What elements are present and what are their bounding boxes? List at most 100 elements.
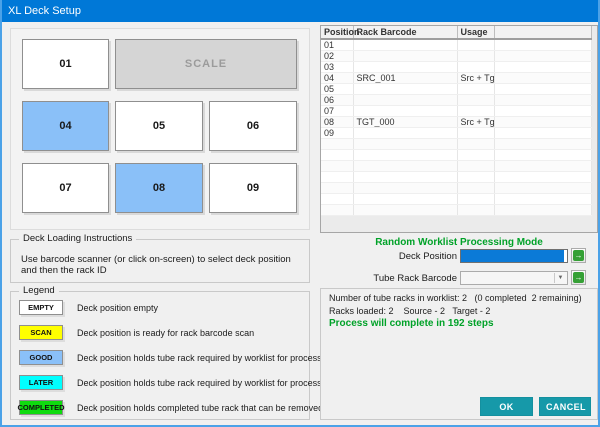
worklist-count-text: Number of tube racks in worklist: 2 (0 c… xyxy=(329,293,582,303)
deck-position-09[interactable]: 09 xyxy=(209,163,297,213)
cell-empty xyxy=(494,72,592,84)
cell-usage xyxy=(457,61,495,73)
window-title: XL Deck Setup xyxy=(8,5,81,17)
legend-item-text: Deck position is ready for rack barcode … xyxy=(77,327,255,338)
cell-empty xyxy=(494,193,592,205)
legend-chip-empty: EMPTY xyxy=(19,300,63,315)
process-steps-text: Process will complete in 192 steps xyxy=(329,318,494,329)
cancel-button[interactable]: CANCEL xyxy=(539,397,591,416)
racks-loaded-text: Racks loaded: 2 Source - 2 Target - 2 xyxy=(329,306,491,316)
cell-position xyxy=(321,149,354,161)
cell-empty xyxy=(494,182,592,194)
table-row xyxy=(321,149,592,161)
legend-item: COMPLETED Deck position holds completed t… xyxy=(17,400,323,415)
column-header: Rack Barcode xyxy=(353,26,458,40)
legend-chip-scan: SCAN xyxy=(19,325,63,340)
cell-barcode xyxy=(353,105,458,117)
rack-table: Position Rack Barcode Usage 01 02 03 04 SRC_00… xyxy=(321,26,592,216)
cell-usage xyxy=(457,182,495,194)
cell-usage xyxy=(457,160,495,172)
legend-chip-completed: COMPLETED xyxy=(17,400,65,415)
deck-position-label: 09 xyxy=(246,182,260,194)
cell-barcode xyxy=(353,83,458,95)
processing-mode-title: Random Worklist Processing Mode xyxy=(375,237,543,248)
cell-usage xyxy=(457,50,495,62)
cell-position xyxy=(321,204,354,216)
deck-position-label: 05 xyxy=(152,120,166,132)
deck-position-01[interactable]: 01 xyxy=(22,39,109,89)
cell-empty xyxy=(494,171,592,183)
cell-usage xyxy=(457,127,495,139)
legend-groupbox: Legend EMPTY Deck position empty SCAN Deck … xyxy=(10,285,391,420)
deck-position-07[interactable]: 07 xyxy=(22,163,109,213)
cell-usage: Src + Tgt xyxy=(457,72,495,84)
deck-position-label: SCALE xyxy=(184,58,228,70)
deck-grid: 01 SCALE 04 05 06 07 08 09 xyxy=(22,39,297,213)
legend-item: SCAN Deck position is ready for rack barc… xyxy=(19,325,309,340)
cell-position: 07 xyxy=(321,105,354,117)
cell-usage xyxy=(457,94,495,106)
column-header: Usage xyxy=(457,26,495,40)
cell-barcode: SRC_001 xyxy=(353,72,458,84)
legend-chip-later: LATER xyxy=(19,375,63,390)
table-row: 05 xyxy=(321,83,592,95)
cell-position xyxy=(321,138,354,150)
deck-position-04[interactable]: 04 xyxy=(22,101,109,151)
legend-item: LATER Deck position holds tube rack requi… xyxy=(19,375,391,390)
deck-position-08[interactable]: 08 xyxy=(115,163,203,213)
table-row xyxy=(321,182,592,194)
legend-list: EMPTY Deck position empty SCAN Deck positio… xyxy=(11,300,391,415)
instructions-groupbox: Deck Loading Instructions Use barcode sc… xyxy=(10,233,310,283)
table-row: 06 xyxy=(321,94,592,106)
deck-position-label: 07 xyxy=(59,182,72,194)
table-row xyxy=(321,193,592,205)
table-row xyxy=(321,171,592,183)
cell-barcode xyxy=(353,61,458,73)
legend-chip-label: GOOD xyxy=(29,353,53,362)
cell-position xyxy=(321,160,354,172)
cell-barcode xyxy=(353,204,458,216)
tube-rack-barcode-combo[interactable]: ▼ xyxy=(460,271,568,285)
cell-position: 03 xyxy=(321,61,354,73)
cell-barcode xyxy=(353,39,458,51)
deck-panel: 01 SCALE 04 05 06 07 08 09 xyxy=(10,28,310,230)
green-arrow-icon: → xyxy=(573,272,584,283)
deck-position-input[interactable] xyxy=(460,249,568,263)
column-header: Position xyxy=(321,26,360,40)
cell-usage xyxy=(457,171,495,183)
deck-position-label: 06 xyxy=(246,120,260,132)
table-row: 07 xyxy=(321,105,592,117)
cell-barcode xyxy=(353,50,458,62)
green-arrow-icon: → xyxy=(573,250,584,261)
deck-position-go-button[interactable]: → xyxy=(571,248,586,263)
cell-barcode xyxy=(353,94,458,106)
legend-chip-label: COMPLETED xyxy=(17,403,65,412)
deck-position-05[interactable]: 05 xyxy=(115,101,203,151)
cell-barcode: TGT_000 xyxy=(353,116,458,128)
cell-barcode xyxy=(353,160,458,172)
column-header xyxy=(494,26,592,40)
table-row: 08 TGT_000 Src + Tgt xyxy=(321,116,592,128)
cell-barcode xyxy=(353,171,458,183)
legend-item: EMPTY Deck position empty xyxy=(19,300,309,315)
cell-barcode xyxy=(353,138,458,150)
table-row: 03 xyxy=(321,61,592,73)
cell-barcode xyxy=(353,149,458,161)
instructions-title: Deck Loading Instructions xyxy=(19,233,137,244)
cell-usage xyxy=(457,83,495,95)
cell-empty xyxy=(494,83,592,95)
cell-usage xyxy=(457,193,495,205)
legend-item-text: Deck position holds completed tube rack … xyxy=(77,402,324,413)
cell-usage xyxy=(457,138,495,150)
legend-chip-label: SCAN xyxy=(30,328,52,337)
rack-table-header-row: Position Rack Barcode Usage xyxy=(321,26,592,40)
cell-empty xyxy=(494,105,592,117)
ok-button[interactable]: OK xyxy=(480,397,533,416)
table-row xyxy=(321,160,592,172)
cell-empty xyxy=(494,94,592,106)
cell-empty xyxy=(494,204,592,216)
tube-rack-go-button[interactable]: → xyxy=(571,270,586,285)
title-bar[interactable]: XL Deck Setup xyxy=(2,0,598,22)
deck-position-06[interactable]: 06 xyxy=(209,101,297,151)
chevron-down-icon: ▼ xyxy=(554,273,566,283)
